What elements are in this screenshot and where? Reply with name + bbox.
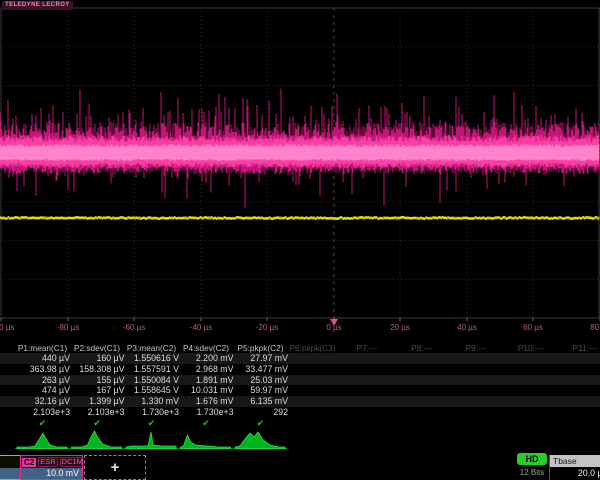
measure-value-cell: 32.16 µV bbox=[15, 396, 70, 407]
measure-param-header-disabled[interactable]: P11:--- bbox=[558, 343, 600, 353]
traces bbox=[0, 89, 599, 221]
measure-value-cell: 27.97 mV bbox=[233, 353, 288, 364]
measure-value-cell: 1.891 mV bbox=[179, 375, 234, 386]
measure-value-cell: 2.103e+3 bbox=[15, 407, 70, 418]
measure-value-row: 474 µV167 µV1.558645 V10.031 mV59.97 mV bbox=[0, 385, 600, 396]
measure-value-cell: 1.399 µV bbox=[70, 396, 125, 407]
measure-value-row: 440 µV160 µV1.550616 V2.200 mV27.97 mV bbox=[0, 353, 600, 364]
measure-header-row: P1:mean(C1)P2:sdev(C1)P3:mean(C2)P4:sdev… bbox=[0, 341, 600, 353]
measure-value-cell: 59.97 mV bbox=[233, 385, 288, 396]
waveform-plot[interactable] bbox=[0, 0, 600, 340]
measurement-histicons bbox=[0, 430, 600, 454]
measure-value-row: 2.103e+32.103e+31.730e+31.730e+3292 bbox=[0, 407, 600, 418]
measure-value-cell: 2.200 mV bbox=[179, 353, 234, 364]
measure-value-cell: 1.550616 V bbox=[124, 353, 179, 364]
measure-value-row: 263 µV155 µV1.550084 V1.891 mV25.03 mV bbox=[0, 375, 600, 386]
measure-value-cell: 263 µV bbox=[15, 375, 70, 386]
time-axis-label: -40 µs bbox=[190, 323, 212, 332]
measure-value-cell: 6.135 mV bbox=[233, 396, 288, 407]
measure-value-cell: 2.968 mV bbox=[179, 364, 234, 375]
measure-value-cell: 363.98 µV bbox=[15, 364, 70, 375]
status-check-icon: ✔ bbox=[15, 418, 70, 429]
measure-value-cell: 1.730e+3 bbox=[179, 407, 234, 418]
histicon bbox=[233, 432, 287, 449]
measure-value-cell: 1.330 mV bbox=[124, 396, 179, 407]
measure-value-cell: 25.03 mV bbox=[233, 375, 288, 386]
oscilloscope-screen: TELEDYNE LECROY -100 µs -80 µs -60 µs -40 µ… bbox=[0, 0, 600, 480]
add-trace-button[interactable]: + bbox=[84, 455, 146, 480]
c1-trace bbox=[0, 216, 599, 220]
time-axis-label: 60 µs bbox=[523, 323, 543, 332]
measure-value-cell: 1.550084 V bbox=[124, 375, 179, 386]
hd-bits-label: 12 Bits bbox=[511, 468, 553, 477]
measure-value-cell: 440 µV bbox=[15, 353, 70, 364]
c2-label: C2 bbox=[22, 458, 36, 467]
measure-param-header[interactable]: P4:sdev(C2) bbox=[179, 343, 234, 353]
measurement-table[interactable]: P1:mean(C1)P2:sdev(C1)P3:mean(C2)P4:sdev… bbox=[0, 341, 600, 433]
status-check-icon: ✔ bbox=[124, 418, 179, 429]
measure-value-cell: 2.103e+3 bbox=[70, 407, 125, 418]
trigger-position-marker[interactable] bbox=[330, 319, 338, 326]
time-axis-label: 20 µs bbox=[390, 323, 410, 332]
measure-param-header-disabled[interactable]: P7:--- bbox=[340, 343, 395, 353]
measure-param-header[interactable]: P3:mean(C2) bbox=[124, 343, 179, 353]
measure-status-row: ✔✔✔✔✔ bbox=[0, 418, 600, 429]
status-check-icon: ✔ bbox=[70, 418, 125, 429]
measure-param-header-disabled[interactable]: P6:pkpk(C3) bbox=[285, 343, 340, 353]
measure-value-cell: 155 µV bbox=[70, 375, 125, 386]
time-axis-label: 80 µs bbox=[590, 323, 600, 332]
brand-label: TELEDYNE LECROY bbox=[2, 1, 73, 10]
measure-value-cell: 474 µV bbox=[15, 385, 70, 396]
time-axis-label: -60 µs bbox=[123, 323, 145, 332]
measure-value-cell: 292 bbox=[233, 407, 288, 418]
timebase-title: Tbase bbox=[550, 455, 600, 467]
measure-value-cell: 10.031 mV bbox=[179, 385, 234, 396]
measure-value-cell: 1.676 mV bbox=[179, 396, 234, 407]
hd-mode-badge[interactable]: HD bbox=[517, 453, 547, 465]
histicon bbox=[70, 431, 124, 449]
measure-param-header-disabled[interactable]: P8:--- bbox=[394, 343, 449, 353]
plus-icon: + bbox=[111, 459, 120, 476]
measure-value-row: 32.16 µV1.399 µV1.330 mV1.676 mV6.135 mV bbox=[0, 396, 600, 407]
measure-param-header[interactable]: P5:pkpk(C2) bbox=[233, 343, 288, 353]
measure-value-cell: 160 µV bbox=[70, 353, 125, 364]
time-axis-label: -100 µs bbox=[0, 323, 14, 332]
histicon bbox=[15, 433, 69, 449]
timebase-value: 20.0 µs bbox=[550, 467, 600, 478]
measure-value-cell: 1.730e+3 bbox=[124, 407, 179, 418]
time-axis-label: -80 µs bbox=[57, 323, 79, 332]
histicon bbox=[124, 432, 178, 449]
timebase-descriptor[interactable]: Tbase 20.0 µs bbox=[549, 455, 600, 480]
status-check-icon: ✔ bbox=[233, 418, 288, 429]
measure-param-header-disabled[interactable]: P10:--- bbox=[503, 343, 558, 353]
measure-value-cell: 33.477 mV bbox=[233, 364, 288, 375]
measure-param-header[interactable]: P1:mean(C1) bbox=[15, 343, 70, 353]
measure-param-header-disabled[interactable]: P9:--- bbox=[449, 343, 504, 353]
time-axis-label: 40 µs bbox=[457, 323, 477, 332]
measure-value-cell: 158.308 µV bbox=[70, 364, 125, 375]
c2-esr-tag: ESR bbox=[38, 457, 57, 467]
c2-volts-per-div: 10.0 mV bbox=[21, 468, 82, 479]
histicon bbox=[179, 435, 233, 449]
channel-c2-descriptor[interactable]: C2 ESR DC1M 10.0 mV bbox=[20, 455, 83, 480]
measure-value-row: 363.98 µV158.308 µV1.557591 V2.968 mV33.… bbox=[0, 364, 600, 375]
time-axis-label: -20 µs bbox=[256, 323, 278, 332]
time-axis: -100 µs-80 µs-60 µs-40 µs-20 µs0 µs20 µs… bbox=[0, 318, 600, 338]
c2-coupling-tag: DC1M bbox=[60, 457, 83, 467]
measure-value-cell: 1.557591 V bbox=[124, 364, 179, 375]
measure-value-cell: 1.558645 V bbox=[124, 385, 179, 396]
measure-param-header[interactable]: P2:sdev(C1) bbox=[70, 343, 125, 353]
status-check-icon: ✔ bbox=[179, 418, 234, 429]
measure-value-cell: 167 µV bbox=[70, 385, 125, 396]
